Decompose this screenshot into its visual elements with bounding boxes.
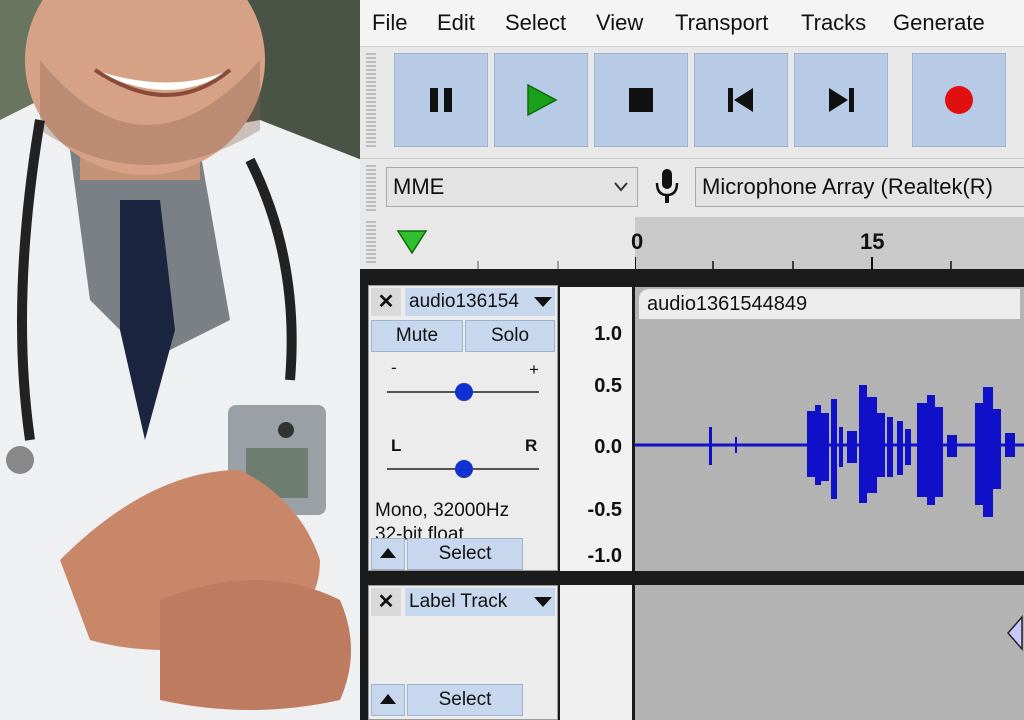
- audio-host-value: MME: [393, 174, 445, 199]
- gain-plus-label: +: [529, 360, 539, 379]
- ruler-ticks: [635, 257, 952, 269]
- triangle-up-icon: [380, 548, 396, 558]
- pause-button[interactable]: [394, 53, 488, 147]
- play-icon: [527, 83, 558, 117]
- waveform-clip[interactable]: audio1361544849: [635, 287, 1024, 571]
- label-marker-icon[interactable]: [1000, 615, 1024, 651]
- play-head-button[interactable]: [386, 219, 436, 267]
- menu-bar: File Edit Select View Transport Tracks G…: [360, 0, 1024, 47]
- label-track-area[interactable]: [635, 585, 1024, 720]
- stop-icon: [629, 88, 653, 112]
- label-track-control-panel: ✕ Label Track Select: [368, 585, 558, 720]
- ruler-label: 15: [860, 229, 885, 254]
- microphone-icon: [655, 169, 679, 203]
- select-label-track-button[interactable]: Select: [407, 684, 523, 716]
- doctor-photo: [0, 0, 362, 720]
- menu-tracks[interactable]: Tracks: [801, 10, 866, 36]
- close-track-button[interactable]: ✕: [371, 288, 401, 316]
- skip-to-end-icon: [829, 88, 854, 112]
- play-button[interactable]: [494, 53, 588, 147]
- ruler-label: 0: [631, 229, 644, 254]
- scale-label: 1.0: [594, 323, 622, 345]
- stop-button[interactable]: [594, 53, 688, 147]
- audio-host-select[interactable]: MME: [386, 167, 638, 207]
- audio-track-control-panel: ✕ audio136154 Mute Solo - + L R Mono, 32…: [368, 285, 558, 571]
- menu-view[interactable]: View: [596, 10, 643, 36]
- amplitude-scale: 1.0 0.5 0.0 -0.5 -1.0: [560, 287, 632, 571]
- skip-to-end-button[interactable]: [794, 53, 888, 147]
- menu-transport[interactable]: Transport: [675, 10, 768, 36]
- skip-to-start-icon: [728, 88, 753, 112]
- menu-file[interactable]: File: [372, 10, 407, 36]
- skip-to-start-button[interactable]: [694, 53, 788, 147]
- triangle-up-icon: [380, 694, 396, 704]
- label-track-spacer: [560, 585, 632, 720]
- track-name: audio136154: [409, 291, 519, 312]
- mute-button[interactable]: Mute: [371, 320, 463, 352]
- gain-minus-label: -: [391, 358, 397, 377]
- chevron-down-icon: [534, 297, 552, 307]
- toolbar-grip[interactable]: [366, 165, 376, 211]
- chevron-down-icon: [534, 597, 552, 607]
- menu-edit[interactable]: Edit: [437, 10, 475, 36]
- menu-select[interactable]: Select: [505, 10, 566, 36]
- tracks-area: ✕ audio136154 Mute Solo - + L R Mono, 32…: [360, 269, 1024, 720]
- pan-slider-thumb[interactable]: [455, 460, 473, 478]
- record-icon: [945, 86, 973, 114]
- recording-device-value: Microphone Array (Realtek(R): [702, 174, 993, 199]
- device-toolbar: MME Microphone Array (Realtek(R): [360, 158, 1024, 217]
- label-track-name-menu[interactable]: Label Track: [405, 588, 555, 616]
- toolbar-grip: [366, 221, 376, 265]
- audacity-window: File Edit Select View Transport Tracks G…: [360, 0, 1024, 720]
- close-label-track-button[interactable]: ✕: [371, 588, 401, 616]
- record-button[interactable]: [912, 53, 1006, 147]
- scale-label: 0.0: [594, 436, 622, 458]
- solo-button[interactable]: Solo: [465, 320, 555, 352]
- scale-label: -0.5: [587, 499, 622, 521]
- pause-icon: [430, 88, 452, 112]
- waveform: [635, 385, 1024, 517]
- recording-device-select[interactable]: Microphone Array (Realtek(R): [695, 167, 1024, 207]
- track-format-rate: Mono, 32000Hz: [375, 500, 510, 521]
- scale-label: 0.5: [594, 375, 622, 397]
- collapse-label-track-button[interactable]: [371, 684, 405, 716]
- collapse-track-button[interactable]: [371, 538, 405, 570]
- triangle-down-icon: [396, 230, 428, 255]
- pan-left-label: L: [391, 436, 402, 455]
- menu-generate[interactable]: Generate: [893, 10, 985, 36]
- left-ruler-ticks: [477, 261, 559, 269]
- chevron-down-icon: [614, 182, 628, 192]
- toolbar-grip[interactable]: [366, 53, 376, 149]
- gain-slider-thumb[interactable]: [455, 383, 473, 401]
- transport-toolbar: [360, 47, 1024, 157]
- track-name-menu[interactable]: audio136154: [405, 288, 555, 316]
- scale-label: -1.0: [587, 545, 622, 567]
- timeline: 0 15: [360, 217, 1024, 269]
- pan-right-label: R: [525, 436, 538, 455]
- time-ruler[interactable]: 0 15: [631, 217, 1024, 269]
- select-track-button[interactable]: Select: [407, 538, 523, 570]
- label-track-name: Label Track: [409, 591, 508, 612]
